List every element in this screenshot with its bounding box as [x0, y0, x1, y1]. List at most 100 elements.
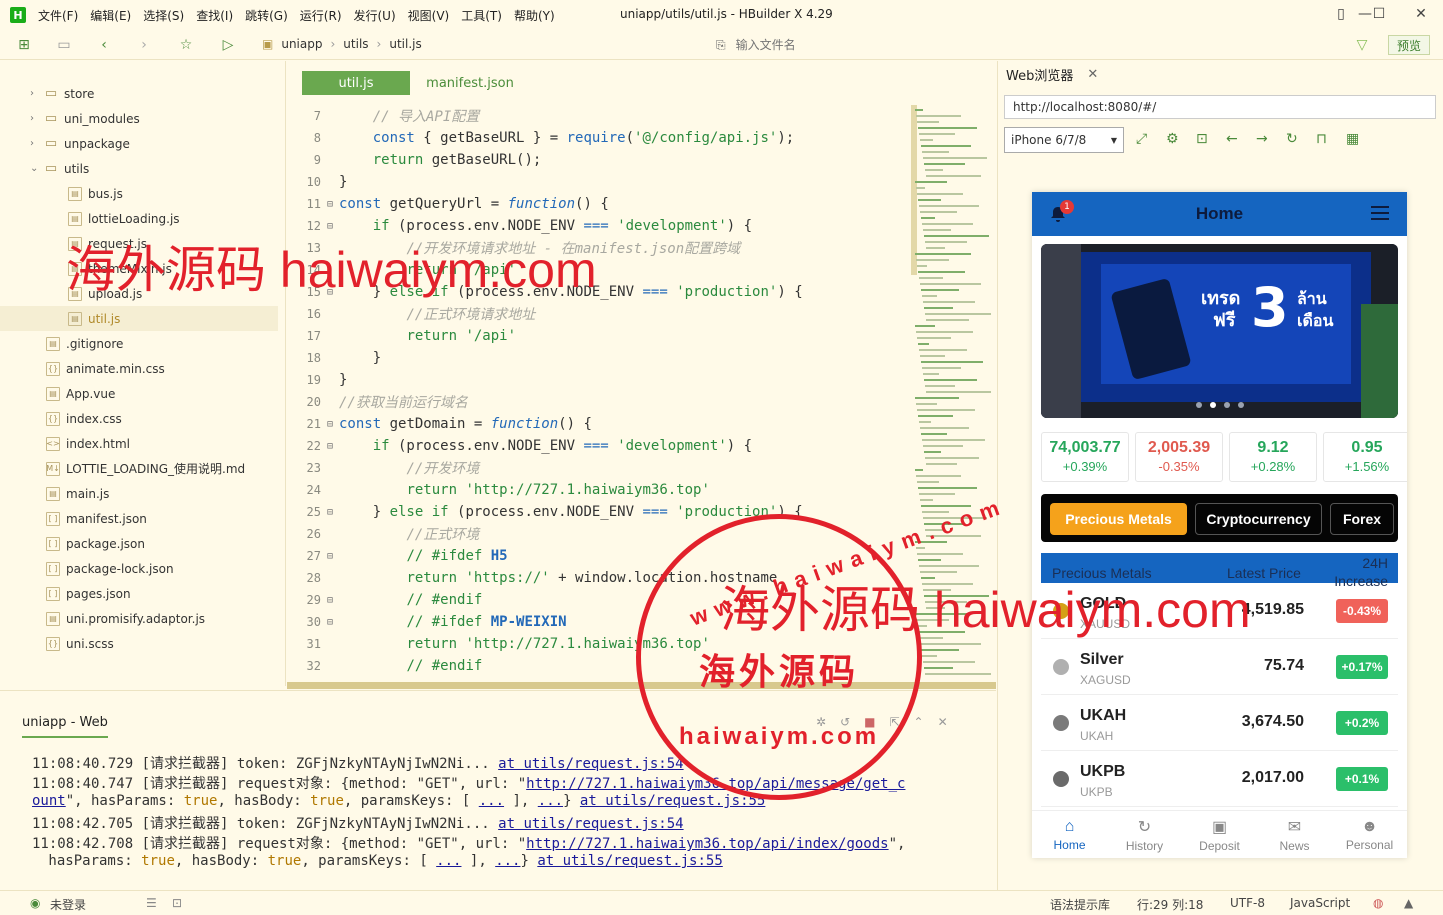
ticker-card[interactable]: 2,005.39 -0.35% — [1135, 432, 1223, 482]
save-icon[interactable]: ▭ — [54, 35, 74, 55]
tree-item[interactable]: M↓ LOTTIE_LOADING_使用说明.md — [0, 456, 278, 481]
refresh-icon[interactable]: ↻ — [1286, 131, 1298, 147]
filter-icon[interactable]: ▽ — [1352, 35, 1372, 55]
code-line[interactable]: 8 const { getBaseURL } = require('@/conf… — [287, 127, 907, 149]
code-line[interactable]: 22 ⊟ if (process.env.NODE_ENV === 'develo… — [287, 435, 907, 457]
back-arrow-icon[interactable]: ‹ — [94, 35, 114, 55]
console-icon[interactable]: ⊡ — [1196, 131, 1208, 147]
code-line[interactable]: 31 return 'http://727.1.haiwaiym36.top' — [287, 633, 907, 655]
log-link[interactable]: at utils/request.js:55 — [580, 793, 765, 809]
user-icon[interactable]: ◉ — [30, 896, 40, 910]
console-tab[interactable]: uniapp - Web — [22, 715, 108, 738]
code-line[interactable]: 10} — [287, 171, 907, 193]
step-icon[interactable]: ↺ — [840, 715, 850, 729]
tree-item[interactable]: [ ] package-lock.json — [0, 556, 278, 581]
code-line[interactable]: 28 return 'https://' + window.location.h… — [287, 567, 907, 589]
tree-item[interactable]: ▤ util.js — [0, 306, 278, 331]
tree-item[interactable]: {} uni.scss — [0, 631, 278, 656]
breadcrumb-item[interactable]: utils — [343, 37, 368, 51]
ticker-card[interactable]: 0.95 +1.56% — [1323, 432, 1407, 482]
carousel-dot[interactable] — [1223, 402, 1230, 408]
menu-item[interactable]: 跳转(G) — [245, 7, 288, 24]
encoding[interactable]: UTF-8 — [1230, 896, 1265, 910]
chevron-right-icon[interactable]: › — [30, 88, 44, 99]
market-row[interactable]: GOLD XAUUSD 4,519.85 -0.43% — [1041, 583, 1398, 639]
segment-forex[interactable]: Forex — [1330, 503, 1394, 535]
code-line[interactable]: 7 // 导入API配置 — [287, 105, 907, 127]
tab-news[interactable]: ✉ News — [1257, 811, 1332, 858]
code-line[interactable]: 13 //开发环境请求地址 - 在manifest.json配置跨域 — [287, 237, 907, 259]
back-icon[interactable]: ← — [1226, 131, 1238, 147]
log-link[interactable]: http://727.1.haiwaiym36.top/api/message/… — [526, 776, 905, 792]
code-line[interactable]: 24 return 'http://727.1.haiwaiym36.top' — [287, 479, 907, 501]
chevron-right-icon[interactable]: › — [30, 138, 44, 149]
star-icon[interactable]: ☆ — [176, 35, 196, 55]
menu-item[interactable]: 查找(I) — [196, 7, 233, 24]
tree-item[interactable]: ▤ themeMixin.js — [0, 256, 278, 281]
menu-item[interactable]: 选择(S) — [143, 7, 184, 24]
pin-icon[interactable]: ▯ — [1330, 4, 1352, 24]
fold-icon[interactable]: ⊟ — [321, 507, 339, 518]
chevron-down-icon[interactable]: ⌄ — [30, 163, 44, 174]
menu-item[interactable]: 发行(U) — [354, 7, 396, 24]
url-input[interactable]: http://localhost:8080/#/ — [1004, 95, 1436, 119]
carousel-dot[interactable] — [1237, 402, 1244, 408]
menu-item[interactable]: 工具(T) — [461, 7, 502, 24]
menu-item[interactable]: 运行(R) — [300, 7, 342, 24]
clear-icon[interactable]: ✕ — [938, 715, 948, 729]
run-icon[interactable]: ▷ — [218, 35, 238, 55]
market-row[interactable]: UKPB UKPB 2,017.00 +0.1% — [1041, 751, 1398, 807]
grid-icon[interactable]: ▦ — [1346, 131, 1359, 147]
code-line[interactable]: 11 ⊟ const getQueryUrl = function() { — [287, 193, 907, 215]
log-link[interactable]: at utils/request.js:55 — [537, 853, 722, 869]
code-line[interactable]: 32 // #endif — [287, 655, 907, 677]
market-row[interactable]: UKAH UKAH 3,674.50 +0.2% — [1041, 695, 1398, 751]
code-line[interactable]: 25 ⊟ } else if (process.env.NODE_ENV === … — [287, 501, 907, 523]
settings-icon[interactable]: ⚙ — [1166, 131, 1179, 147]
code-line[interactable]: 29 ⊟ // #endif — [287, 589, 907, 611]
log-link[interactable]: http://727.1.haiwaiym36.top/api/index/go… — [526, 836, 888, 852]
tree-item[interactable]: [ ] package.json — [0, 531, 278, 556]
tree-item[interactable]: [ ] pages.json — [0, 581, 278, 606]
ticker-card[interactable]: 9.12 +0.28% — [1229, 432, 1317, 482]
code-line[interactable]: 17 return '/api' — [287, 325, 907, 347]
log-link[interactable]: ... — [495, 853, 520, 869]
fold-icon[interactable]: ⊟ — [321, 595, 339, 606]
close-tab-icon[interactable]: ✕ — [1087, 67, 1098, 82]
tree-item[interactable]: › ▭ uni_modules — [0, 106, 278, 131]
tab-util-js[interactable]: util.js — [302, 71, 410, 95]
lock-icon[interactable]: ⊓ — [1316, 131, 1327, 147]
tree-item[interactable]: ⌄ ▭ utils — [0, 156, 278, 181]
carousel-dot[interactable] — [1209, 402, 1216, 408]
log-link[interactable]: ... — [479, 793, 504, 809]
tree-item[interactable]: ▤ main.js — [0, 481, 278, 506]
code-line[interactable]: 14 return '/api' — [287, 259, 907, 281]
segment-cryptocurrency[interactable]: Cryptocurrency — [1195, 503, 1322, 535]
code-line[interactable]: 16 //正式环境请求地址 — [287, 303, 907, 325]
code-line[interactable]: 20 //获取当前运行域名 — [287, 391, 907, 413]
tree-item[interactable]: ▤ App.vue — [0, 381, 278, 406]
log-link[interactable]: ount — [32, 793, 66, 809]
log-link[interactable]: ... — [538, 793, 563, 809]
minimap[interactable] — [911, 105, 991, 685]
forward-icon[interactable]: → — [1256, 131, 1268, 147]
horizontal-scrollbar[interactable] — [287, 682, 996, 689]
tree-item[interactable]: ▤ uni.promisify.adaptor.js — [0, 606, 278, 631]
breadcrumb-item[interactable]: uniapp — [281, 37, 322, 51]
tree-item[interactable]: ▤ .gitignore — [0, 331, 278, 356]
market-row[interactable]: Silver XAGUSD 75.74 +0.17% — [1041, 639, 1398, 695]
tree-item[interactable]: › ▭ unpackage — [0, 131, 278, 156]
open-external-icon[interactable]: ⇱ — [889, 715, 899, 729]
carousel-dot[interactable] — [1195, 402, 1202, 408]
close-icon[interactable]: ✕ — [1410, 4, 1432, 24]
stop-icon[interactable]: ■ — [864, 715, 875, 729]
code-line[interactable]: 12 ⊟ if (process.env.NODE_ENV === 'develo… — [287, 215, 907, 237]
menu-item[interactable]: 编辑(E) — [90, 7, 131, 24]
rotate-icon[interactable]: ⤢ — [1136, 131, 1147, 147]
tree-item[interactable]: [ ] manifest.json — [0, 506, 278, 531]
terminal-icon[interactable]: ⊡ — [172, 896, 182, 910]
tree-item[interactable]: ▤ lottieLoading.js — [0, 206, 278, 231]
language-mode[interactable]: JavaScript — [1290, 896, 1350, 910]
collapse-icon[interactable]: ⌃ — [914, 715, 924, 729]
menu-item[interactable]: 视图(V) — [408, 7, 450, 24]
